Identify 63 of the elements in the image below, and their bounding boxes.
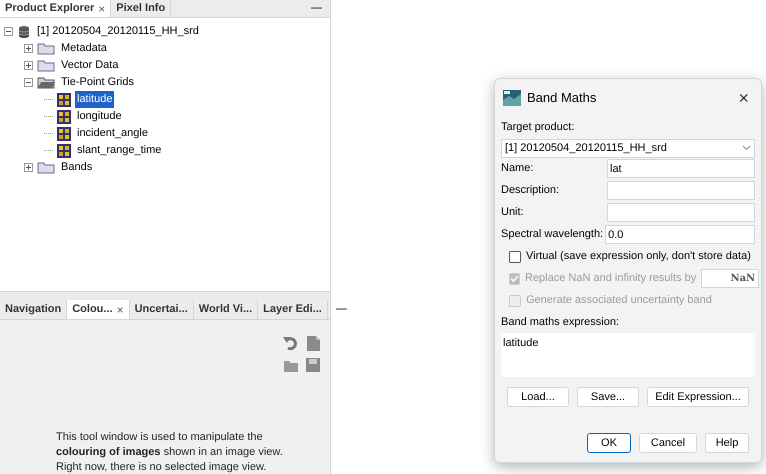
database-icon [17, 24, 31, 38]
tree-item[interactable]: Bands [59, 159, 94, 176]
dialog-button[interactable]: Cancel [639, 433, 697, 453]
checkbox-label: Generate associated uncertainty band [526, 293, 713, 308]
expression-area[interactable]: latitude [501, 333, 755, 377]
panel-tab[interactable]: World Vi... [194, 300, 258, 319]
field-label: Spectral wavelength: [501, 227, 604, 242]
panel-tab[interactable]: Layer Edi... [258, 300, 328, 319]
folder-icon [37, 42, 55, 55]
expand-toggle[interactable] [24, 44, 33, 53]
expand-toggle[interactable] [24, 61, 33, 70]
text-field[interactable]: 0.0 [605, 225, 755, 244]
close-icon[interactable]: × [116, 300, 124, 318]
close-button[interactable]: × [734, 84, 753, 112]
minimize-icon[interactable]: — [303, 0, 330, 17]
field-label: Band maths expression: [501, 314, 620, 330]
checkbox-label: Replace NaN and infinity results by [525, 271, 696, 286]
collapse-toggle[interactable] [24, 78, 33, 87]
action-button[interactable]: Load... [507, 387, 569, 407]
open-folder-icon [37, 76, 55, 89]
close-icon[interactable]: × [98, 0, 106, 18]
document-icon[interactable] [304, 334, 322, 352]
collapse-toggle[interactable] [4, 27, 13, 36]
tree-item[interactable]: [1] 20120504_20120115_HH_srd [35, 23, 201, 40]
dialog-button[interactable]: Help [705, 433, 749, 453]
field-label: Unit: [501, 205, 525, 220]
tree-item[interactable]: longitude [75, 108, 124, 125]
rotate-icon[interactable] [282, 334, 300, 352]
dialog-title: Band Maths [527, 89, 598, 108]
panel-tab[interactable]: Pixel Info [111, 0, 172, 17]
grid-icon [57, 92, 71, 106]
dialog-button[interactable]: OK [587, 433, 631, 453]
checkbox-label: Virtual (save expression only, don't store data) [526, 249, 752, 264]
tree-item[interactable]: incident_angle [75, 125, 150, 142]
tree-item[interactable]: Metadata [59, 40, 109, 57]
text-field[interactable] [607, 181, 755, 200]
save-icon[interactable] [304, 356, 322, 374]
minimize-icon[interactable]: — [328, 301, 355, 318]
chevron-down-icon [742, 145, 751, 151]
panel-tab[interactable]: Product Explorer × [0, 0, 112, 17]
tree-item[interactable]: Vector Data [59, 57, 120, 74]
folder-icon [37, 59, 55, 72]
expand-toggle[interactable] [24, 163, 33, 172]
action-button[interactable]: Save... [577, 387, 639, 407]
panel-tab[interactable]: Colou... × [67, 300, 130, 319]
product-dropdown[interactable]: [1] 20120504_20120115_HH_srd [501, 138, 755, 158]
grid-icon [57, 144, 71, 158]
tool-message: This tool window is used to manipulate the colouring of images shown in an image view. Right now, there is no selected image view. [56, 430, 284, 474]
field-label: Name: [501, 161, 534, 176]
app-icon [503, 90, 521, 106]
field-label: Target product: [501, 120, 576, 135]
text-field[interactable]: lat [607, 159, 755, 178]
text-field[interactable] [607, 203, 755, 222]
tree-item[interactable]: latitude [75, 91, 114, 108]
grid-icon [57, 126, 71, 140]
checkbox[interactable] [509, 250, 521, 262]
panel-tab[interactable]: Uncertai... [130, 300, 194, 319]
action-button[interactable]: Edit Expression... [647, 387, 749, 407]
grid-icon [57, 110, 71, 124]
folder-icon [37, 161, 55, 174]
tree-item[interactable]: Tie-Point Grids [59, 74, 136, 91]
field-label: Description: [501, 183, 560, 198]
tree-item[interactable]: slant_range_time [75, 142, 164, 159]
